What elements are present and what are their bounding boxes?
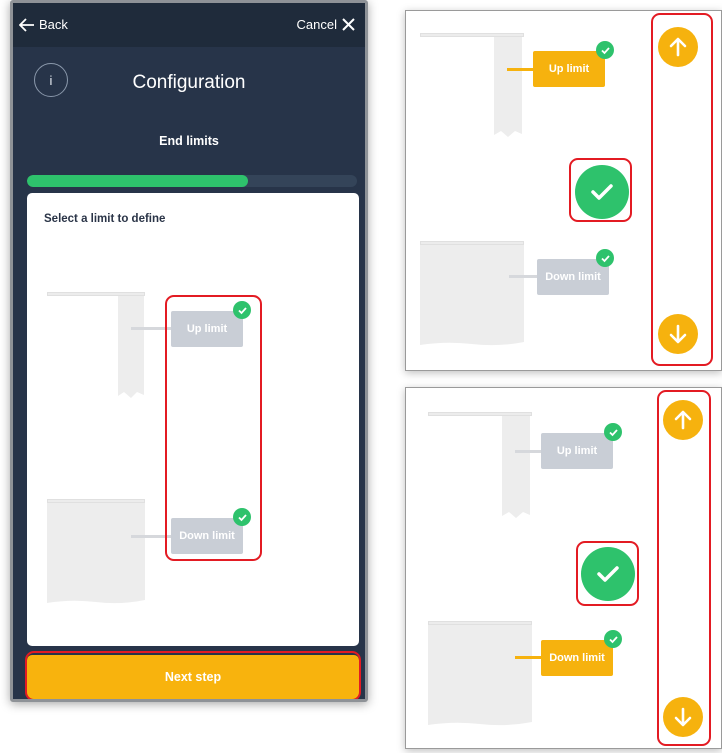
arrow-left-icon <box>19 17 34 32</box>
shade-fabric-down <box>420 245 524 346</box>
up-limit-checkmark-icon <box>604 423 622 441</box>
down-limit-label: Down limit <box>549 652 605 664</box>
shade-fabric-down <box>47 503 145 604</box>
zoom-panel-down-limit: Up limit Down limit <box>405 387 722 749</box>
up-limit-button[interactable]: Up limit <box>533 51 605 87</box>
page-subtitle: End limits <box>159 134 219 148</box>
confirm-highlight-box <box>569 158 632 222</box>
limit-card: Select a limit to define Up limit Down l… <box>27 193 359 646</box>
zoom-panel-up-limit: Up limit Down limit <box>405 10 722 371</box>
shade-fabric-up <box>502 416 530 518</box>
progress-fill <box>27 175 249 187</box>
cancel-button[interactable]: Cancel <box>297 17 355 32</box>
down-limit-button[interactable]: Down limit <box>541 640 613 676</box>
up-limit-label: Up limit <box>548 63 590 75</box>
shade-fabric-down <box>428 625 532 726</box>
arrows-highlight-box <box>651 13 713 366</box>
shade-fabric-up <box>494 37 522 137</box>
up-limit-connector <box>515 450 541 453</box>
confirm-highlight-box <box>576 541 639 606</box>
limits-highlight-box <box>165 295 262 561</box>
next-step-highlight-box <box>25 651 361 699</box>
up-limit-connector <box>507 68 533 71</box>
progress-bar <box>27 175 357 187</box>
arrows-highlight-box <box>657 390 711 746</box>
up-limit-button[interactable]: Up limit <box>541 433 613 469</box>
down-limit-connector <box>509 275 537 278</box>
up-limit-label: Up limit <box>556 445 598 457</box>
back-label: Back <box>39 17 68 32</box>
shade-fabric-up <box>118 296 144 398</box>
down-limit-checkmark-icon <box>596 249 614 267</box>
up-limit-checkmark-icon <box>596 41 614 59</box>
page-title: Configuration <box>132 72 246 93</box>
down-limit-label: Down limit <box>545 271 601 283</box>
card-title: Select a limit to define <box>44 213 166 225</box>
close-icon <box>342 18 355 31</box>
back-button[interactable]: Back <box>19 17 68 32</box>
down-limit-checkmark-icon <box>604 630 622 648</box>
cancel-label: Cancel <box>296 17 337 32</box>
phone-screen: Back Cancel i Configuration End limits S… <box>10 0 368 702</box>
down-limit-connector <box>515 656 541 659</box>
